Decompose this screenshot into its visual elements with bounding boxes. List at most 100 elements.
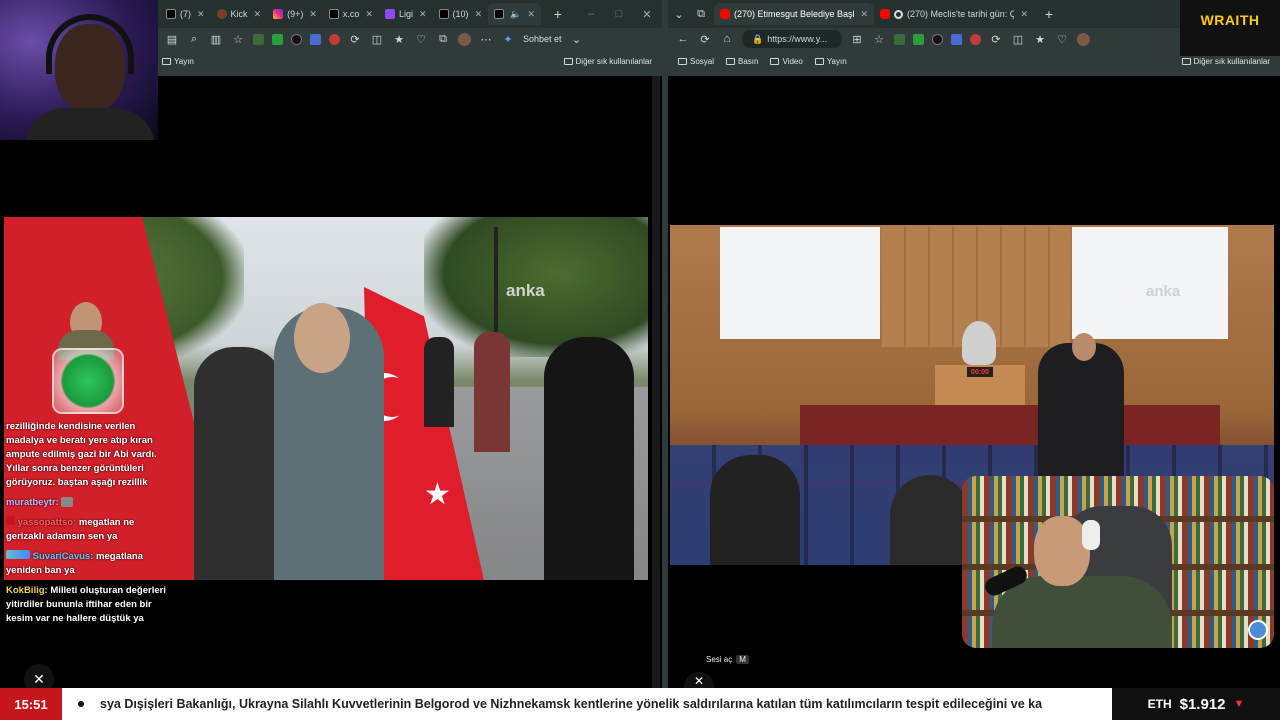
- brand-logo: WRAITH: [1200, 12, 1260, 28]
- extension-icon[interactable]: [894, 33, 905, 45]
- split-screen-icon[interactable]: ◫: [370, 33, 384, 46]
- screenshot-icon[interactable]: ⧉: [436, 33, 450, 46]
- more-menu-icon[interactable]: ⋯: [479, 33, 493, 46]
- speaker-person: [962, 321, 996, 365]
- extension-icon[interactable]: [291, 33, 302, 45]
- close-icon[interactable]: ✕: [254, 9, 262, 20]
- crypto-symbol: ETH: [1147, 697, 1172, 711]
- close-icon[interactable]: ✕: [1020, 9, 1028, 20]
- translate-icon[interactable]: [951, 33, 962, 45]
- chevron-down-icon[interactable]: ⌄: [570, 33, 584, 46]
- new-tab-button[interactable]: +: [551, 6, 565, 22]
- podium-counter: 00:00: [967, 367, 993, 377]
- x-icon: [166, 9, 176, 19]
- person-head: [294, 303, 350, 373]
- bullet-icon: [78, 701, 84, 707]
- news-ticker: 15:51 sya Dışişleri Bakanlığı, Ukrayna S…: [0, 688, 1280, 720]
- minimize-icon[interactable]: –: [584, 8, 598, 20]
- instagram-icon: [273, 9, 284, 19]
- close-icon[interactable]: ✕: [309, 9, 317, 20]
- other-bookmarks[interactable]: Diğer sık kullanılanlar: [1181, 57, 1270, 66]
- close-icon[interactable]: ✕: [527, 9, 535, 20]
- left-tab-6[interactable]: (10) ✕: [433, 3, 489, 25]
- extension-icon[interactable]: [913, 33, 924, 45]
- speaker-icon[interactable]: 🔈: [510, 9, 521, 20]
- heart-icon[interactable]: ♡: [1055, 33, 1069, 46]
- read-aloud-icon[interactable]: ▥: [209, 33, 223, 46]
- folder-icon: [726, 57, 736, 65]
- badge-icon: [6, 516, 15, 525]
- back-icon[interactable]: ←: [676, 33, 690, 45]
- left-tab-active[interactable]: 🔈 ✕: [488, 3, 541, 25]
- heart-icon[interactable]: ♡: [414, 33, 428, 46]
- brand-badge: WRAITH: [1180, 0, 1280, 56]
- extension-icon[interactable]: [329, 33, 340, 45]
- globe-icon: [1248, 620, 1268, 640]
- chat-message: KokBilig: Milleti oluşturan değerleri yi…: [6, 585, 166, 624]
- extension-icon[interactable]: [272, 33, 283, 45]
- trophy-jar-icon: [52, 348, 124, 414]
- streamer-webcam: [0, 0, 158, 140]
- person-silhouette: [544, 337, 634, 580]
- favorites-icon[interactable]: ★: [1033, 33, 1047, 46]
- translate-icon[interactable]: [310, 33, 321, 45]
- ticker-clock: 15:51: [0, 688, 62, 720]
- left-tab-4[interactable]: x.co ✕: [323, 3, 379, 25]
- close-window-icon[interactable]: ✕: [640, 8, 654, 21]
- crypto-price-box: ETH $1.912 ▼: [1112, 688, 1280, 720]
- chat-message: rezilliğinde kendisine verilen madalya v…: [6, 421, 157, 488]
- headphones-icon: [46, 14, 134, 74]
- refresh-extension-icon[interactable]: ⟳: [348, 33, 362, 46]
- folder-icon: [814, 57, 824, 65]
- refresh-extension-icon[interactable]: ⟳: [989, 33, 1003, 46]
- maximize-icon[interactable]: □: [612, 8, 626, 20]
- favorites-icon[interactable]: ★: [392, 33, 406, 46]
- workspaces-icon[interactable]: ⧉: [694, 8, 708, 21]
- favorite-star-icon[interactable]: ☆: [231, 33, 245, 46]
- tab-actions-icon[interactable]: ⌄: [672, 8, 686, 21]
- bookmark-yayin[interactable]: Yayın: [814, 57, 847, 66]
- badge-icon: [6, 550, 30, 559]
- chat-panel: rezilliğinde kendisine verilen madalya v…: [6, 420, 172, 626]
- youtube-icon: [720, 9, 730, 19]
- split-screen-icon[interactable]: ◫: [1011, 33, 1025, 46]
- left-tab-1[interactable]: (7) ✕: [160, 3, 211, 25]
- bookmark-basin[interactable]: Basın: [726, 57, 758, 66]
- right-tab-1[interactable]: (270) Etimesgut Belediye Başkanı✕: [714, 3, 874, 25]
- close-icon[interactable]: ✕: [197, 9, 205, 20]
- extension-icon[interactable]: [253, 33, 264, 45]
- close-icon[interactable]: ✕: [475, 9, 483, 20]
- ticker-separator: [62, 701, 100, 707]
- address-bar[interactable]: 🔒 https://www.y...: [742, 30, 842, 48]
- bookmark-yayin[interactable]: Yayın: [162, 57, 194, 66]
- trend-down-icon: ▼: [1233, 698, 1245, 710]
- reader-icon[interactable]: ▤: [165, 33, 179, 46]
- chat-button[interactable]: Sohbet et: [523, 34, 562, 44]
- close-icon[interactable]: ✕: [419, 9, 427, 20]
- close-icon[interactable]: ✕: [365, 9, 373, 20]
- record-icon: [894, 9, 903, 19]
- bookmark-sosyal[interactable]: Sosyal: [678, 57, 714, 66]
- zoom-icon[interactable]: ⌕: [187, 33, 201, 46]
- left-tab-2[interactable]: Kick ✕: [211, 3, 268, 25]
- unmute-hint[interactable]: Sesi aç M: [706, 655, 749, 664]
- extension-icon[interactable]: [970, 33, 981, 45]
- copilot-icon[interactable]: ✦: [501, 33, 515, 46]
- reload-icon[interactable]: ⟳: [698, 33, 712, 46]
- profile-avatar[interactable]: [458, 32, 471, 46]
- new-tab-button[interactable]: +: [1042, 6, 1056, 22]
- close-icon[interactable]: ✕: [860, 9, 868, 20]
- home-icon[interactable]: ⌂: [720, 33, 734, 45]
- left-scrollbar[interactable]: [652, 76, 660, 688]
- left-tab-3[interactable]: (9+) ✕: [267, 3, 323, 25]
- profile-avatar[interactable]: [1077, 32, 1090, 46]
- video-watermark: anka: [506, 281, 545, 300]
- folder-icon: [678, 57, 687, 65]
- app-available-icon[interactable]: ⊞: [850, 33, 864, 46]
- bookmark-video[interactable]: Video: [770, 57, 803, 66]
- right-tab-2[interactable]: (270) Meclis'te tarihi gün: Çer ✕: [874, 3, 1034, 25]
- other-bookmarks[interactable]: Diğer sık kullanılanlar: [563, 57, 652, 66]
- favorite-star-icon[interactable]: ☆: [872, 33, 886, 46]
- extension-icon[interactable]: [932, 33, 943, 45]
- left-tab-5[interactable]: Ligi ✕: [379, 3, 433, 25]
